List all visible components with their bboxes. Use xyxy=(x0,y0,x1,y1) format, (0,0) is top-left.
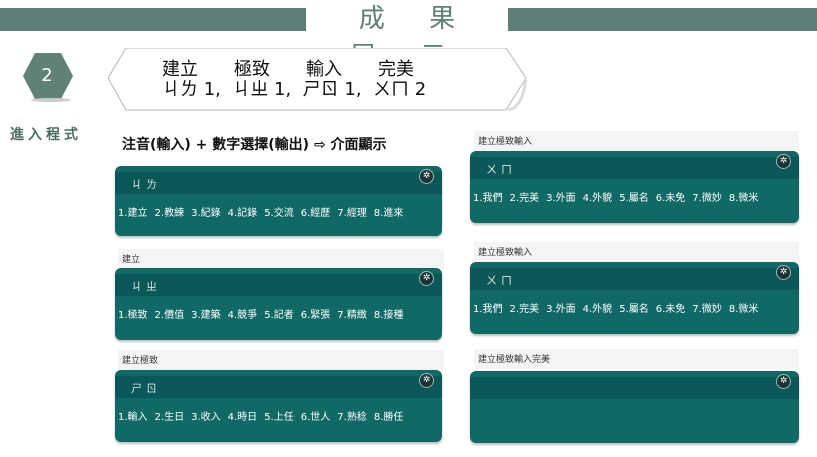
ime-panel-6: ✲ xyxy=(470,371,799,443)
candidate-item[interactable]: 4.記錄 xyxy=(228,204,258,219)
ime-composition-bar xyxy=(470,157,799,179)
header-bar-right xyxy=(508,8,817,31)
candidate-item[interactable]: 3.外面 xyxy=(546,189,576,204)
candidate-list: 1.我們 2.完美 3.外面 4.外貌 5.屬名 6.未免 7.微妙 8.微米 xyxy=(473,189,795,204)
candidate-list: 1.我們 2.完美 3.外面 4.外貌 5.屬名 6.未免 7.微妙 8.微米 xyxy=(473,300,795,315)
candidate-item[interactable]: 4.競爭 xyxy=(228,306,258,321)
panel-caption: 建立 xyxy=(118,249,444,269)
panel-caption: 建立極致輸入完美 xyxy=(474,349,799,369)
candidate-item[interactable]: 5.屬名 xyxy=(619,300,649,315)
candidate-item[interactable]: 4.時日 xyxy=(228,408,258,423)
candidate-item[interactable]: 6.緊張 xyxy=(301,306,331,321)
gear-icon[interactable]: ✲ xyxy=(776,154,791,169)
header-bar-left xyxy=(0,8,306,31)
step-number: 2 xyxy=(41,65,53,86)
step-badge: 2 xyxy=(21,52,77,102)
ime-panel-4: ㄨㄇ ✲ 1.我們 2.完美 3.外面 4.外貌 5.屬名 6.未免 7.微妙 … xyxy=(470,151,799,223)
gear-icon[interactable]: ✲ xyxy=(419,169,434,184)
candidate-item[interactable]: 3.建築 xyxy=(191,306,221,321)
ime-panel-2: ㄐㄓ ✲ 1.極致 2.價值 3.建築 4.競爭 5.記者 6.緊張 7.精緻 … xyxy=(115,268,442,340)
ime-composition-bar xyxy=(115,376,442,398)
candidate-list: 1.建立 2.教練 3.紀錄 4.記錄 5.交流 6.經歷 7.經理 8.進來 xyxy=(118,204,438,219)
panel-caption: 建立極致輸入 xyxy=(474,131,799,151)
candidate-item[interactable]: 1.極致 xyxy=(118,306,148,321)
candidate-item[interactable]: 7.微妙 xyxy=(692,189,722,204)
candidate-item[interactable]: 8.接種 xyxy=(374,306,404,321)
ime-composition-bar xyxy=(115,274,442,296)
candidate-item[interactable]: 6.世人 xyxy=(301,408,331,423)
candidate-item[interactable]: 6.未免 xyxy=(656,300,686,315)
ime-panel-3: ㄕㄖ ✲ 1.輸入 2.生日 3.收入 4.時日 5.上任 6.世人 7.熟稔 … xyxy=(115,370,442,442)
ime-input-text: ㄐㄌ xyxy=(131,178,161,191)
gear-icon[interactable]: ✲ xyxy=(419,373,434,388)
candidate-item[interactable]: 1.我們 xyxy=(473,189,503,204)
gear-icon[interactable]: ✲ xyxy=(776,374,791,389)
candidate-list: 1.極致 2.價值 3.建築 4.競爭 5.記者 6.緊張 7.精緻 8.接種 xyxy=(118,306,438,321)
candidate-item[interactable]: 8.微米 xyxy=(729,300,759,315)
candidate-item[interactable]: 2.完美 xyxy=(510,189,540,204)
section-label: 進入程式 xyxy=(10,127,82,143)
page-title: 成 果 展 示 xyxy=(350,4,474,72)
ime-composition-bar xyxy=(470,268,799,290)
candidate-item[interactable]: 3.外面 xyxy=(546,300,576,315)
callout-codes: ㄐㄌ 1, ㄐㄓ 1, ㄕㄖ 1, ㄨㄇ 2 xyxy=(162,79,427,100)
candidate-item[interactable]: 8.進來 xyxy=(374,204,404,219)
candidate-item[interactable]: 7.經理 xyxy=(337,204,367,219)
ime-input-text: ㄨㄇ xyxy=(486,163,516,176)
candidate-item[interactable]: 2.價值 xyxy=(155,306,185,321)
candidate-item[interactable]: 4.外貌 xyxy=(583,189,613,204)
candidate-item[interactable]: 5.上任 xyxy=(264,408,294,423)
candidate-item[interactable]: 8.勝任 xyxy=(374,408,404,423)
candidate-item[interactable]: 7.精緻 xyxy=(337,306,367,321)
candidate-item[interactable]: 8.微米 xyxy=(729,189,759,204)
ime-input-text: ㄕㄖ xyxy=(131,382,161,395)
candidate-list: 1.輸入 2.生日 3.收入 4.時日 5.上任 6.世人 7.熟稔 8.勝任 xyxy=(118,408,438,423)
callout-text: 建立 極致 輸入 完美 ㄐㄌ 1, ㄐㄓ 1, ㄕㄖ 1, ㄨㄇ 2 xyxy=(162,60,452,100)
section-heading: 注音(輸入) + 數字選擇(輸出) ⇨ 介面顯示 xyxy=(122,137,387,153)
ime-panel-1: ㄐㄌ ✲ 1.建立 2.教練 3.紀錄 4.記錄 5.交流 6.經歷 7.經理 … xyxy=(115,166,442,236)
ime-input-text: ㄨㄇ xyxy=(486,274,516,287)
candidate-item[interactable]: 7.微妙 xyxy=(692,300,722,315)
candidate-item[interactable]: 2.教練 xyxy=(155,204,185,219)
candidate-item[interactable]: 7.熟稔 xyxy=(337,408,367,423)
callout-words: 建立 極致 輸入 完美 xyxy=(162,59,414,80)
ime-composition-bar xyxy=(470,377,799,399)
gear-icon[interactable]: ✲ xyxy=(419,271,434,286)
panel-caption: 建立極致輸入 xyxy=(474,242,799,262)
ime-input-text: ㄐㄓ xyxy=(131,280,161,293)
ime-composition-bar xyxy=(115,172,442,194)
candidate-item[interactable]: 3.紀錄 xyxy=(191,204,221,219)
candidate-item[interactable]: 4.外貌 xyxy=(583,300,613,315)
candidate-item[interactable]: 2.完美 xyxy=(510,300,540,315)
candidate-item[interactable]: 1.我們 xyxy=(473,300,503,315)
candidate-item[interactable]: 6.經歷 xyxy=(301,204,331,219)
candidate-item[interactable]: 3.收入 xyxy=(191,408,221,423)
gear-icon[interactable]: ✲ xyxy=(776,265,791,280)
candidate-item[interactable]: 5.記者 xyxy=(264,306,294,321)
candidate-item[interactable]: 2.生日 xyxy=(155,408,185,423)
candidate-item[interactable]: 5.屬名 xyxy=(619,189,649,204)
candidate-item[interactable]: 1.建立 xyxy=(118,204,148,219)
candidate-item[interactable]: 5.交流 xyxy=(264,204,294,219)
candidate-item[interactable]: 1.輸入 xyxy=(118,408,148,423)
ime-panel-5: ㄨㄇ ✲ 1.我們 2.完美 3.外面 4.外貌 5.屬名 6.未免 7.微妙 … xyxy=(470,262,799,334)
candidate-item[interactable]: 6.未免 xyxy=(656,189,686,204)
panel-caption: 建立極致 xyxy=(118,350,444,370)
